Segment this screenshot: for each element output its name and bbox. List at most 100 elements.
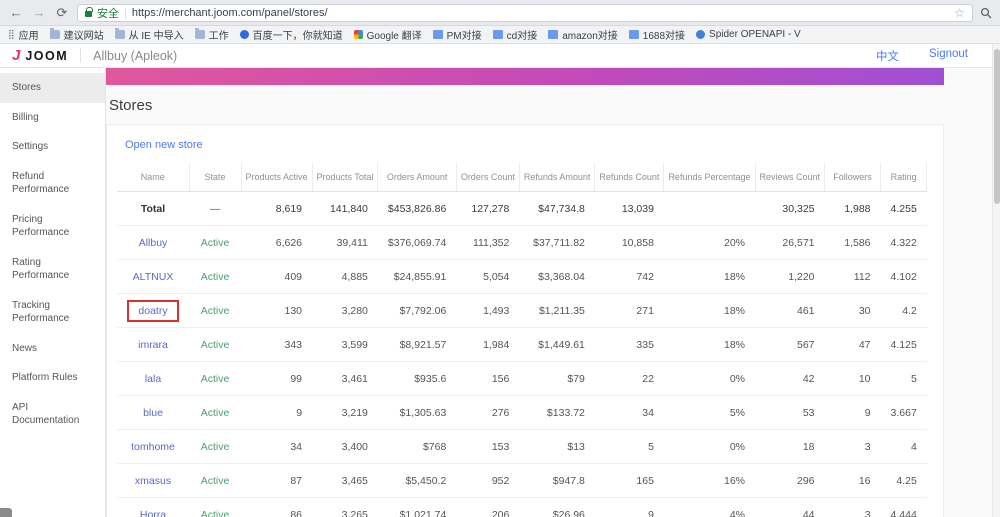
store-link-blue[interactable]: blue — [143, 407, 163, 419]
bookmark-item[interactable]: amazon对接 — [548, 27, 618, 42]
sidebar-item-stores[interactable]: Stores — [0, 73, 105, 103]
bookmark-item[interactable]: 1688对接 — [629, 27, 685, 42]
store-link-allbuy[interactable]: Allbuy — [139, 237, 168, 249]
sidebar-item-tracking-performance[interactable]: Tracking Performance — [0, 291, 105, 334]
column-header-products-active: Products Active — [241, 163, 312, 192]
store-link-doatry[interactable]: doatry — [127, 300, 178, 322]
secure-label: 安全 — [97, 5, 119, 21]
table-cell: 156 — [456, 362, 519, 396]
column-header-refunds-amount: Refunds Amount — [519, 163, 595, 192]
bookmark-item[interactable]: 从 IE 中导入 — [115, 27, 184, 42]
table-cell: 4.25 — [881, 464, 927, 498]
store-link-tomhome[interactable]: tomhome — [131, 441, 175, 453]
search-icon[interactable] — [980, 7, 992, 19]
merchant-title: Allbuy (Apleok) — [93, 49, 177, 63]
table-cell: $1,211.35 — [519, 294, 595, 328]
sidebar-item-rating-performance[interactable]: Rating Performance — [0, 248, 105, 291]
sidebar-item-api-documentation[interactable]: API Documentation — [0, 393, 105, 436]
table-cell: 42 — [755, 362, 825, 396]
status-bubble — [0, 508, 12, 517]
app-body: StoresBillingSettingsRefund PerformanceP… — [0, 68, 1000, 517]
header-divider — [80, 48, 81, 63]
table-cell: 18% — [664, 260, 755, 294]
sidebar-item-billing[interactable]: Billing — [0, 103, 105, 133]
state-value: Active — [201, 237, 230, 249]
store-link-imrara[interactable]: imrara — [138, 339, 168, 351]
table-cell: 111,352 — [456, 226, 519, 260]
table-cell: 335 — [595, 328, 664, 362]
column-header-name: Name — [117, 163, 189, 192]
bookmark-item[interactable]: Google 翻译 — [354, 27, 422, 42]
table-cell: 34 — [241, 430, 312, 464]
column-header-state: State — [189, 163, 241, 192]
bookmark-label: Google 翻译 — [367, 27, 422, 42]
table-cell: 3,219 — [312, 396, 378, 430]
table-cell: 1,586 — [825, 226, 881, 260]
table-cell: $1,305.63 — [378, 396, 456, 430]
table-cell: 47 — [825, 328, 881, 362]
open-new-store-link[interactable]: Open new store — [125, 139, 203, 151]
sidebar-item-refund-performance[interactable]: Refund Performance — [0, 162, 105, 205]
address-bar[interactable]: 安全 | https://merchant.joom.com/panel/sto… — [77, 4, 973, 22]
table-cell: $13 — [519, 430, 595, 464]
table-cell: 5 — [595, 430, 664, 464]
state-value: Active — [201, 441, 230, 453]
scrollbar-thumb[interactable] — [994, 49, 1000, 204]
column-header-orders-count: Orders Count — [456, 163, 519, 192]
bookmark-item[interactable]: 建议网站 — [50, 27, 104, 42]
sidebar-item-news[interactable]: News — [0, 334, 105, 364]
table-row: lalaActive993,461$935.6156$79220%42105 — [117, 362, 927, 396]
table-cell: 9 — [595, 498, 664, 517]
table-row: AllbuyActive6,62639,411$376,069.74111,35… — [117, 226, 927, 260]
language-link[interactable]: 中文 — [876, 48, 899, 64]
table-row: tomhomeActive343,400$768153$1350%1834 — [117, 430, 927, 464]
column-header-refunds-count: Refunds Count — [595, 163, 664, 192]
joom-logo[interactable]: J JOOM — [12, 48, 68, 63]
table-cell: 952 — [456, 464, 519, 498]
bookmark-label: 应用 — [19, 27, 39, 42]
forward-button[interactable]: → — [31, 6, 47, 19]
table-cell: 3 — [825, 498, 881, 517]
state-value: Active — [201, 271, 230, 283]
bookmark-star-icon[interactable]: ☆ — [954, 6, 965, 20]
store-link-xmasus[interactable]: xmasus — [135, 475, 171, 487]
bookmark-item[interactable]: PM对接 — [433, 27, 482, 42]
back-button[interactable]: ← — [8, 6, 24, 19]
bookmark-item[interactable]: 工作 — [195, 27, 229, 42]
table-cell: 13,039 — [595, 192, 664, 226]
table-cell: 10,858 — [595, 226, 664, 260]
store-link-altnux[interactable]: ALTNUX — [133, 271, 174, 283]
sidebar-item-settings[interactable]: Settings — [0, 132, 105, 162]
page-scrollbar[interactable] — [992, 44, 1000, 517]
bookmark-item[interactable]: 百度一下，你就知道 — [240, 27, 343, 42]
table-cell: 99 — [241, 362, 312, 396]
table-cell: 296 — [755, 464, 825, 498]
bookmark-item[interactable]: Spider OPENAPI - V — [696, 29, 801, 40]
main-content: Stores Open new store NameStateProducts … — [106, 68, 1000, 517]
table-cell: $768 — [378, 430, 456, 464]
table-cell: 6,626 — [241, 226, 312, 260]
promo-banner — [106, 68, 944, 85]
table-row: Total—8,619141,840$453,826.86127,278$47,… — [117, 192, 927, 226]
table-cell: 87 — [241, 464, 312, 498]
doc-icon — [493, 30, 503, 39]
signout-link[interactable]: Signout — [929, 48, 968, 64]
bookmark-item[interactable]: ⣿应用 — [8, 27, 39, 42]
table-cell: 4.444 — [881, 498, 927, 517]
table-cell: 409 — [241, 260, 312, 294]
sidebar-item-platform-rules[interactable]: Platform Rules — [0, 363, 105, 393]
refresh-button[interactable]: ⟳ — [54, 6, 70, 19]
store-link-lala[interactable]: lala — [145, 373, 161, 385]
table-cell: 271 — [595, 294, 664, 328]
table-cell: $1,021.74 — [378, 498, 456, 517]
column-header-reviews-count: Reviews Count — [755, 163, 825, 192]
sidebar-item-pricing-performance[interactable]: Pricing Performance — [0, 205, 105, 248]
bookmark-item[interactable]: cd对接 — [493, 27, 538, 42]
table-cell: 44 — [755, 498, 825, 517]
state-value: Active — [201, 407, 230, 419]
table-cell: 0% — [664, 362, 755, 396]
bookmark-label: 1688对接 — [643, 27, 685, 42]
table-cell: 343 — [241, 328, 312, 362]
doc-icon — [629, 30, 639, 39]
store-link-horra[interactable]: Horra — [140, 509, 166, 517]
